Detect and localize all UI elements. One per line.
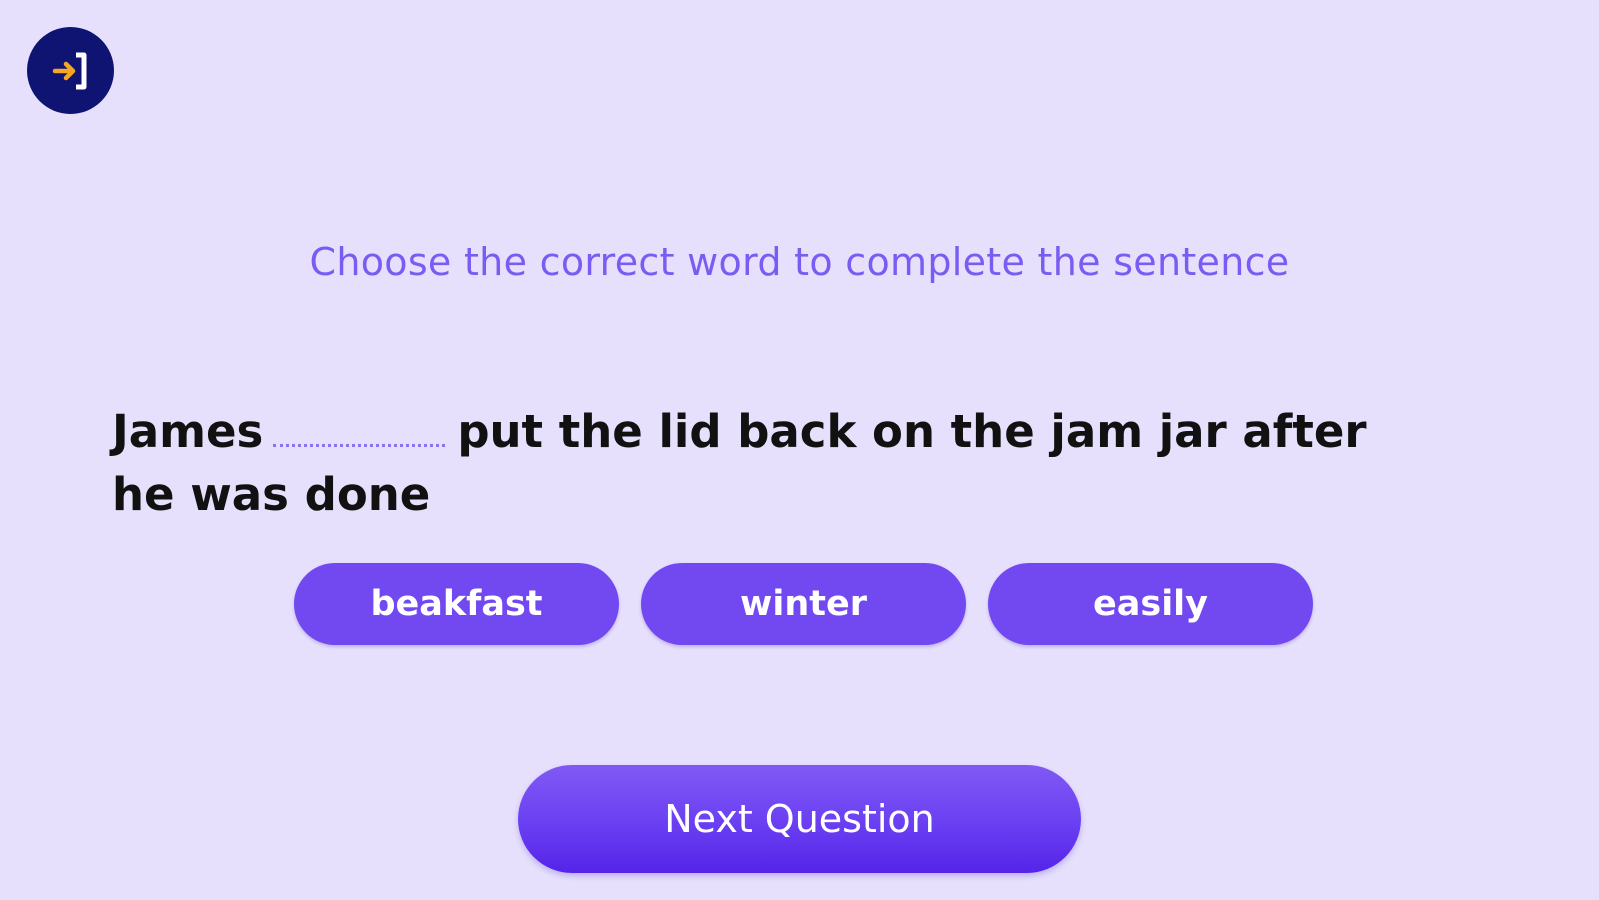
option-button-beakfast[interactable]: beakfast [294, 563, 619, 645]
instruction-text: Choose the correct word to complete the … [309, 240, 1290, 284]
exit-door-arrow-icon [52, 52, 86, 89]
question-sentence: James put the lid back on the jam jar aft… [112, 400, 1442, 526]
answer-options: beakfast winter easily [0, 563, 1599, 645]
answer-blank [273, 414, 446, 447]
exit-button[interactable] [27, 27, 114, 114]
option-button-winter[interactable]: winter [641, 563, 966, 645]
option-button-easily[interactable]: easily [988, 563, 1313, 645]
sentence-start: James [112, 405, 264, 458]
next-question-button[interactable]: Next Question [518, 765, 1081, 873]
